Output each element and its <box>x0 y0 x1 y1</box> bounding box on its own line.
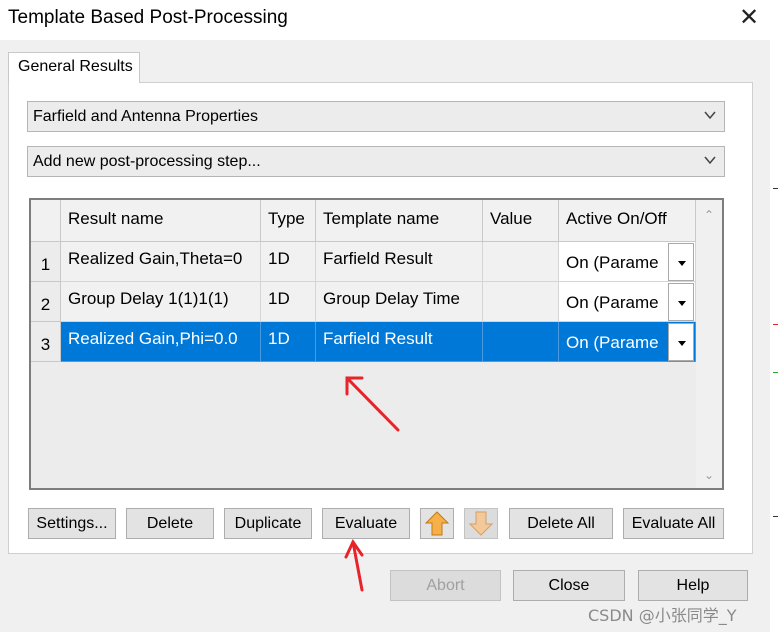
arrow-up-icon <box>424 511 450 536</box>
column-header-type[interactable]: Type <box>261 200 316 242</box>
cell-template-name[interactable]: Group Delay Time <box>316 282 483 322</box>
cell-result-name[interactable]: Group Delay 1(1)1(1) <box>61 282 261 322</box>
abort-button[interactable]: Abort <box>390 570 501 601</box>
background-tick <box>773 188 778 189</box>
move-up-button[interactable] <box>420 508 454 539</box>
active-dropdown-button[interactable] <box>668 283 694 321</box>
evaluate-all-button[interactable]: Evaluate All <box>623 508 724 539</box>
watermark: CSDN @小张同学_Y <box>588 606 737 625</box>
cell-template-name[interactable]: Farfield Result <box>316 242 483 282</box>
tab-general-results[interactable]: General Results <box>8 52 140 83</box>
cell-value[interactable] <box>483 242 559 282</box>
evaluate-button[interactable]: Evaluate <box>322 508 410 539</box>
category-dropdown[interactable]: Farfield and Antenna Properties <box>27 101 725 132</box>
cell-type[interactable]: 1D <box>261 322 316 362</box>
column-header-template-name[interactable]: Template name <box>316 200 483 242</box>
background-tick <box>773 372 778 373</box>
row-number[interactable]: 3 <box>31 322 61 362</box>
column-header-active[interactable]: Active On/Off <box>559 200 696 242</box>
delete-all-button[interactable]: Delete All <box>509 508 613 539</box>
chevron-down-icon <box>704 156 716 165</box>
arrow-down-icon <box>468 511 494 536</box>
background-tick <box>773 516 778 517</box>
add-step-value: Add new post-processing step... <box>33 153 261 170</box>
active-dropdown-button[interactable] <box>668 243 694 281</box>
active-value: On (Parame <box>566 293 659 312</box>
row-number[interactable]: 2 <box>31 282 61 322</box>
row-number[interactable]: 1 <box>31 242 61 282</box>
scroll-up-icon[interactable]: ⌃ <box>696 204 722 226</box>
cell-type[interactable]: 1D <box>261 242 316 282</box>
active-value: On (Parame <box>566 253 659 272</box>
cell-value[interactable] <box>483 282 559 322</box>
table-corner <box>31 200 61 242</box>
cell-template-name[interactable]: Farfield Result <box>316 322 483 362</box>
close-button[interactable]: Close <box>513 570 625 601</box>
help-button[interactable]: Help <box>638 570 748 601</box>
category-value: Farfield and Antenna Properties <box>33 108 259 125</box>
background-strip <box>770 40 778 632</box>
chevron-down-icon <box>704 111 716 120</box>
cell-result-name[interactable]: Realized Gain,Phi=0.0 <box>61 322 261 362</box>
vertical-scrollbar[interactable]: ⌃ ⌄ <box>696 200 722 488</box>
active-dropdown-button[interactable] <box>668 323 694 361</box>
move-down-button[interactable] <box>464 508 498 539</box>
cell-result-name[interactable]: Realized Gain,Theta=0 <box>61 242 261 282</box>
settings-button[interactable]: Settings... <box>28 508 116 539</box>
delete-button[interactable]: Delete <box>126 508 214 539</box>
close-icon[interactable]: ✕ <box>736 4 762 32</box>
add-step-dropdown[interactable]: Add new post-processing step... <box>27 146 725 177</box>
window-title: Template Based Post-Processing <box>8 7 288 28</box>
scroll-down-icon[interactable]: ⌄ <box>696 464 722 486</box>
column-header-value[interactable]: Value <box>483 200 559 242</box>
duplicate-button[interactable]: Duplicate <box>224 508 312 539</box>
cell-type[interactable]: 1D <box>261 282 316 322</box>
background-tick <box>773 324 778 325</box>
column-header-result-name[interactable]: Result name <box>61 200 261 242</box>
active-value: On (Parame <box>566 333 659 352</box>
cell-value[interactable] <box>483 322 559 362</box>
